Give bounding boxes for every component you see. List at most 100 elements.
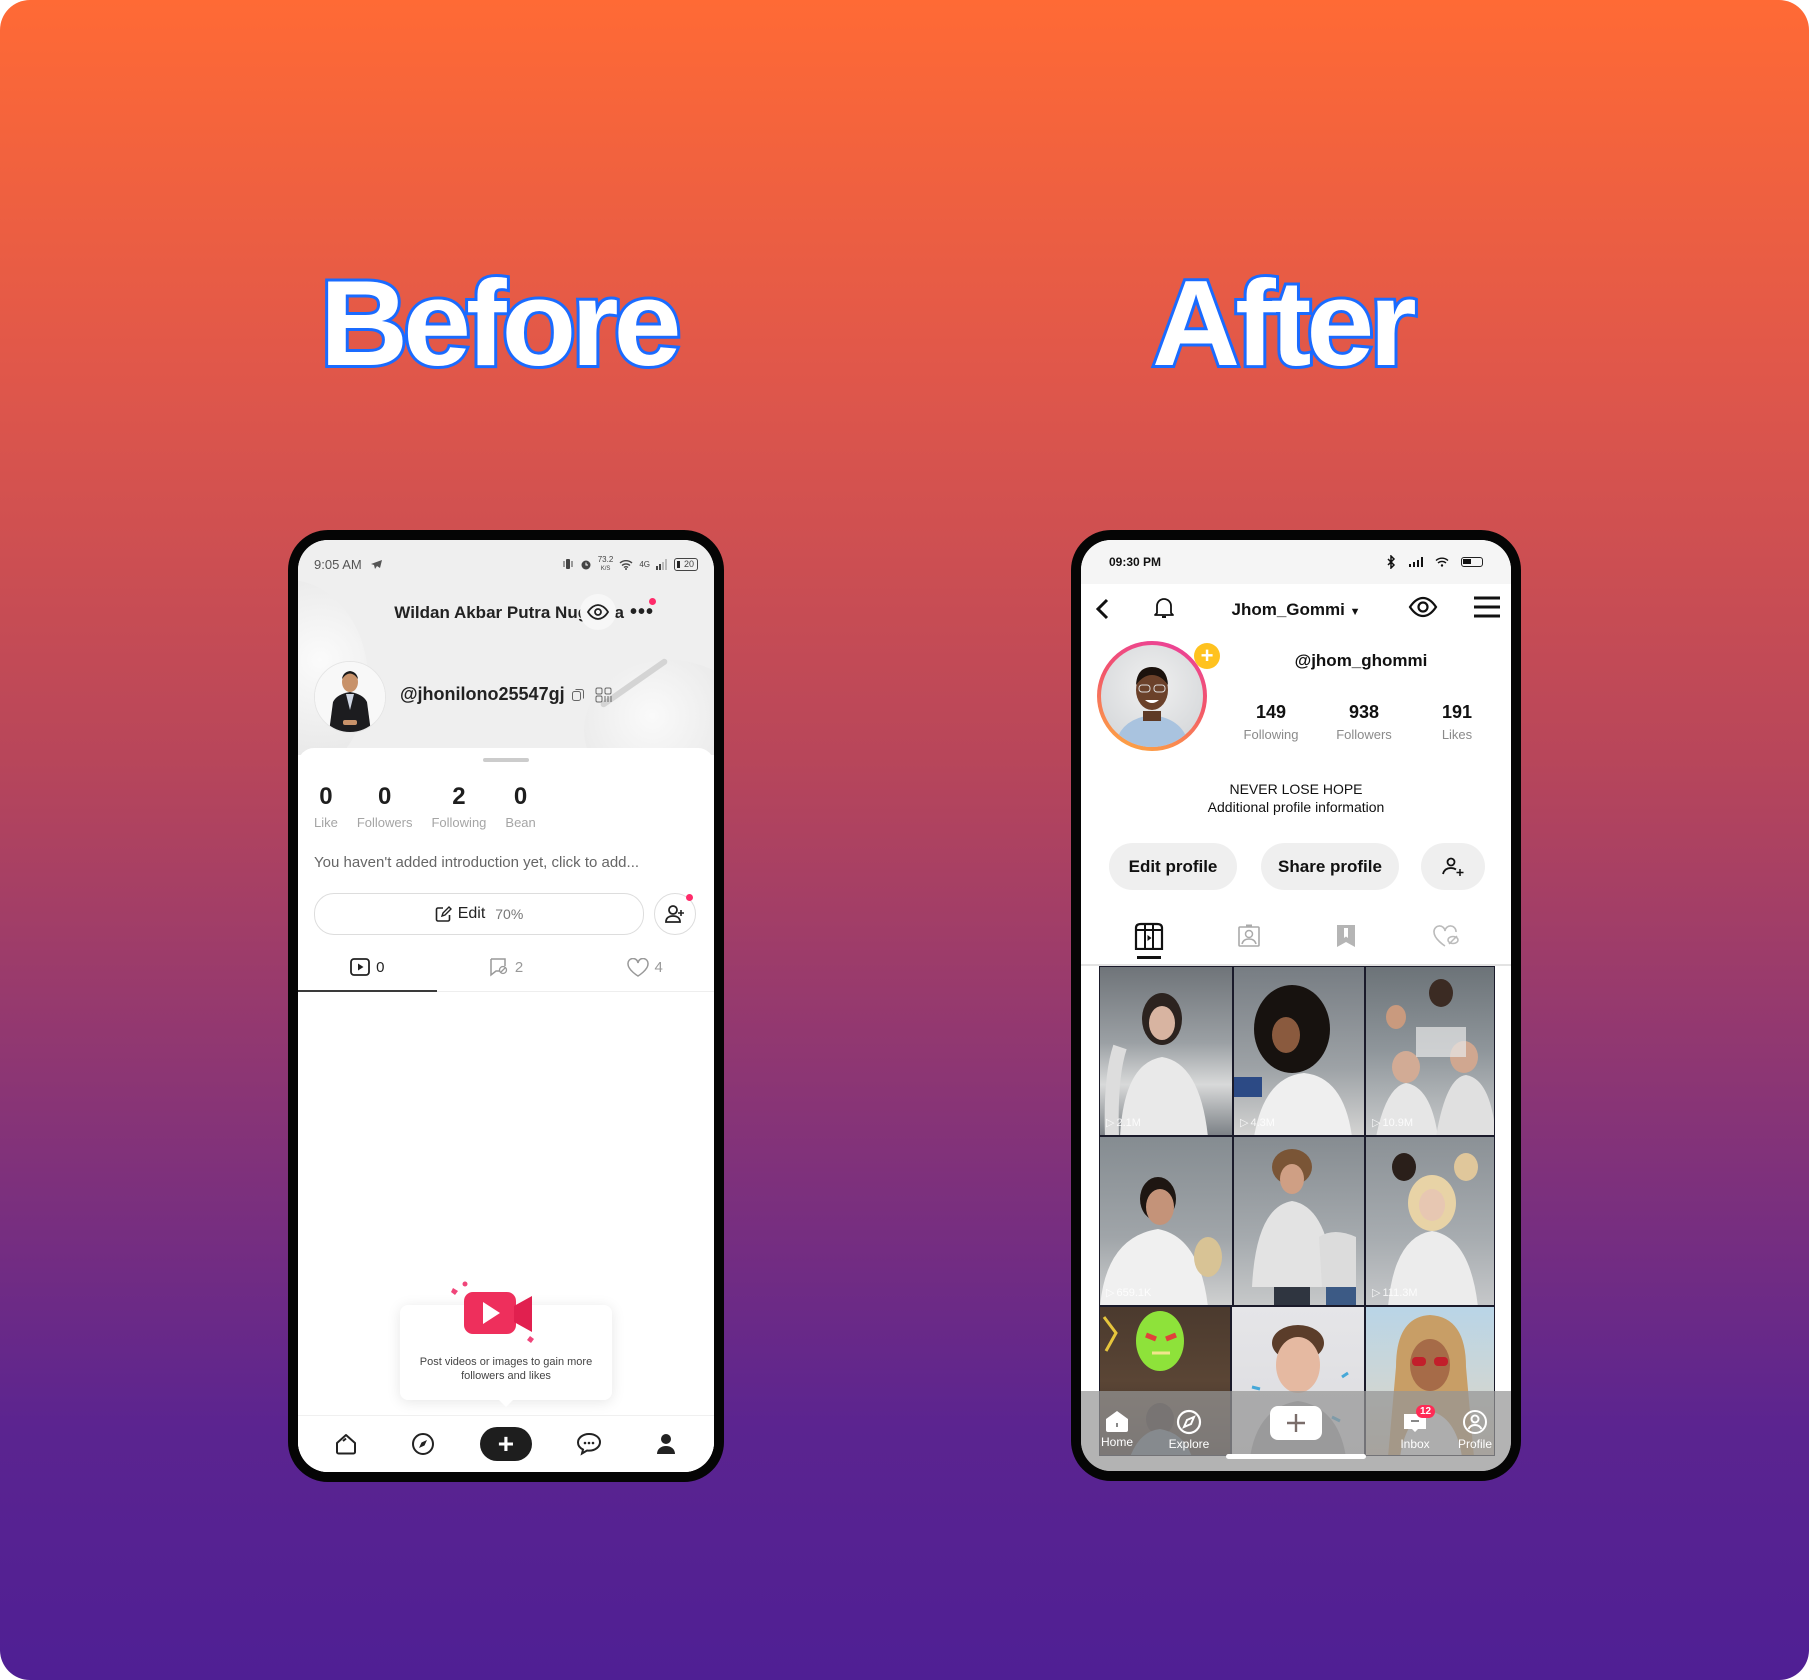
tagged-photo-icon xyxy=(1238,924,1260,947)
more-options-button[interactable]: ••• xyxy=(628,598,656,624)
drag-handle[interactable] xyxy=(483,758,529,762)
edit-profile-button[interactable]: Edit 70% xyxy=(314,893,644,935)
add-user-icon xyxy=(1442,857,1464,876)
share-profile-button[interactable]: Share profile xyxy=(1261,843,1399,890)
account-switcher[interactable]: Jhom_Gommi ▼ xyxy=(1081,600,1511,620)
thumbnail-figure xyxy=(1104,993,1208,1135)
after-phone-frame: 09:30 PM Jhom_Gommi ▼ + @jhom_ghommi 149… xyxy=(1071,530,1521,1481)
video-camera-icon xyxy=(451,1281,534,1343)
tab-videos[interactable]: 0 xyxy=(298,943,437,992)
add-friend-button[interactable] xyxy=(654,893,696,935)
video-thumbnail[interactable] xyxy=(1233,1136,1365,1306)
stat-following[interactable]: 149 Following xyxy=(1226,702,1316,742)
inbox-badge: 12 xyxy=(1416,1405,1436,1418)
alarm-icon xyxy=(581,560,591,570)
profile-handle: @jhom_ghommi xyxy=(1294,651,1428,670)
plus-icon: + xyxy=(1200,643,1214,668)
thumbnail-figure xyxy=(1100,1177,1222,1305)
play-icon: ▷ xyxy=(1240,1117,1249,1129)
compass-icon xyxy=(1176,1409,1202,1435)
signal-icon xyxy=(1409,557,1423,567)
stat-followers[interactable]: 938 Followers xyxy=(1319,702,1409,742)
add-friend-button[interactable] xyxy=(1421,843,1485,890)
home-indicator[interactable] xyxy=(1226,1454,1366,1459)
profile-bio: NEVER LOSE HOPE Additional profile infor… xyxy=(1081,780,1511,816)
introduction-prompt[interactable]: You haven't added introduction yet, clic… xyxy=(314,854,639,871)
avatar-photo xyxy=(315,662,385,732)
bio-additional-info: Additional profile information xyxy=(1207,799,1385,815)
stat-bean[interactable]: 0 Bean xyxy=(505,783,535,830)
play-icon: ▷ xyxy=(1372,1287,1381,1299)
play-icon: ▷ xyxy=(1106,1117,1115,1129)
tab-likes[interactable]: 4 xyxy=(575,943,714,991)
before-title: Before xyxy=(317,255,684,391)
video-thumbnail[interactable]: ▷ 4.3M xyxy=(1233,966,1365,1136)
repost-icon xyxy=(490,958,507,977)
stat-likes[interactable]: 0 Like xyxy=(314,783,338,830)
tab-tagged[interactable] xyxy=(1229,916,1269,956)
tab-liked[interactable] xyxy=(1426,916,1466,956)
status-time: 9:05 AM xyxy=(314,556,362,572)
add-story-button[interactable]: + xyxy=(1194,643,1220,669)
nav-profile[interactable] xyxy=(646,1424,686,1464)
view-count: ▷ 10.9M xyxy=(1372,1116,1414,1130)
content-tabs: 0 2 4 xyxy=(298,943,714,992)
nav-explore[interactable]: Explore xyxy=(1159,1409,1219,1451)
bottom-navigation: Home Explore 12 Inbox Profile xyxy=(1081,1391,1511,1471)
nav-home[interactable] xyxy=(326,1424,366,1464)
nav-create-button[interactable] xyxy=(1270,1406,1322,1440)
status-bar: 09:30 PM xyxy=(1081,540,1511,584)
bio-tagline: NEVER LOSE HOPE xyxy=(1229,781,1363,797)
tab-videos[interactable] xyxy=(1129,916,1169,959)
view-count: ▷ 2.1M xyxy=(1106,1116,1141,1130)
nav-inbox[interactable]: 12 Inbox xyxy=(1385,1405,1445,1451)
copy-icon[interactable] xyxy=(571,688,585,702)
hamburger-menu-icon[interactable] xyxy=(1473,596,1501,618)
video-thumbnail[interactable]: ▷ 659.1K xyxy=(1099,1136,1233,1306)
dropdown-caret-icon: ▼ xyxy=(1349,606,1361,618)
qr-code-icon[interactable] xyxy=(595,687,613,703)
status-time: 09:30 PM xyxy=(1109,555,1162,569)
video-thumbnail[interactable]: ▷ 10.9M xyxy=(1365,966,1495,1136)
plus-icon: + xyxy=(497,1428,515,1459)
nav-messages[interactable] xyxy=(569,1424,609,1464)
stat-following[interactable]: 2 Following xyxy=(431,783,486,830)
net-speed: 73.2 K/S xyxy=(597,554,614,572)
compass-icon xyxy=(412,1433,435,1455)
nav-profile[interactable]: Profile xyxy=(1445,1409,1505,1451)
profile-display-name: Wildan Akbar Putra Nugraha xyxy=(394,603,624,622)
battery-icon xyxy=(1461,557,1483,567)
plus-icon xyxy=(1287,1414,1305,1432)
stats-row: 0 Like 0 Followers 2 Following 0 Bean xyxy=(314,783,555,830)
video-thumbnail[interactable]: ▷ 111.3M xyxy=(1365,1136,1495,1306)
avatar-ring[interactable] xyxy=(1097,641,1207,751)
chat-icon xyxy=(576,1432,601,1456)
tab-reposts[interactable]: 2 xyxy=(437,943,576,991)
wifi-icon xyxy=(1435,557,1449,567)
thumbnail-figure xyxy=(1252,1149,1356,1305)
hidden-likes-icon xyxy=(1433,925,1459,947)
profile-views-button[interactable] xyxy=(580,594,616,630)
eye-icon xyxy=(587,604,609,620)
background-canvas: Before After 9:05 AM 73.2 K/S 4G 20 Wild… xyxy=(0,0,1809,1680)
nav-create-button[interactable]: + xyxy=(479,1427,532,1461)
stat-followers[interactable]: 0 Followers xyxy=(357,783,413,830)
video-thumbnail[interactable]: ▷ 2.1M xyxy=(1099,966,1233,1136)
stat-likes[interactable]: 191 Likes xyxy=(1412,702,1502,742)
home-icon xyxy=(336,1434,357,1455)
avatar[interactable] xyxy=(314,661,386,733)
notification-dot xyxy=(686,894,693,901)
bluetooth-icon xyxy=(1387,555,1396,569)
network-type: 4G xyxy=(639,559,650,569)
add-user-icon xyxy=(665,905,684,923)
bottom-navigation: + xyxy=(298,1415,714,1472)
profile-completion: 70% xyxy=(495,906,524,922)
nav-home[interactable]: Home xyxy=(1087,1409,1147,1449)
profile-handle: @jhonilono25547gj xyxy=(400,684,613,705)
battery-indicator: 20 xyxy=(673,557,698,571)
nav-explore[interactable] xyxy=(403,1424,443,1464)
edit-profile-button[interactable]: Edit profile xyxy=(1109,843,1237,890)
after-title: After xyxy=(1149,255,1420,391)
tab-saved[interactable] xyxy=(1326,916,1366,956)
eye-icon[interactable] xyxy=(1408,596,1438,618)
